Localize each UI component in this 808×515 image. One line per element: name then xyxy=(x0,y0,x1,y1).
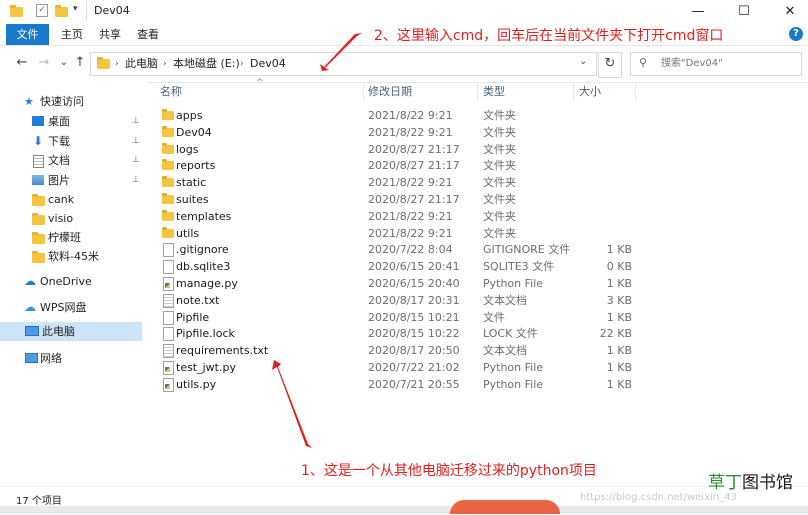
annotation-bottom: 1、这是一个从其他电脑迁移过来的python项目 xyxy=(301,463,597,479)
annotation-top: 2、这里输入cmd，回车后在当前文件夹下打开cmd窗口 xyxy=(374,28,724,44)
bottom-accent xyxy=(450,500,560,514)
arrow-to-address-bar xyxy=(320,33,362,71)
brand-part2: 图书馆 xyxy=(742,473,793,493)
bottom-strip xyxy=(0,506,808,514)
watermark: https://blog.csdn.net/weixin_43 xyxy=(580,492,737,503)
brand-part1: 草丁 xyxy=(708,473,742,493)
annotation-arrows xyxy=(272,33,362,448)
brand-logo: 草丁图书馆 xyxy=(708,468,793,493)
arrow-to-file-list xyxy=(272,360,312,448)
